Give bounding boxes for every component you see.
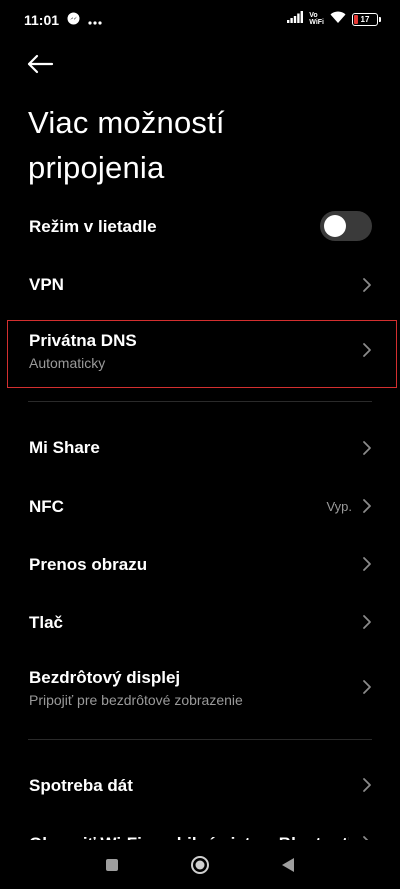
vpn-row[interactable]: VPN (0, 256, 400, 314)
recents-button[interactable] (101, 854, 123, 876)
private-dns-row[interactable]: Privátna DNS Automaticky (0, 320, 400, 388)
chevron-right-icon (363, 278, 371, 292)
more-notifications-icon (88, 12, 102, 28)
back-button[interactable] (26, 50, 58, 78)
divider (28, 401, 372, 402)
airplane-mode-label: Režim v lietadle (29, 217, 157, 236)
page-title: Viac možností pripojenia (28, 105, 225, 185)
vpn-label: VPN (29, 275, 64, 294)
toggle-knob (324, 215, 346, 237)
chevron-right-icon (363, 778, 371, 792)
screen: 11:01 Vo WiFi 17 Viac možností pripojeni… (0, 0, 400, 889)
print-row[interactable]: Tlač (0, 593, 400, 651)
divider (28, 739, 372, 740)
vowifi-label: Vo WiFi (309, 12, 324, 26)
wifi-icon (330, 10, 346, 28)
clock: 11:01 (24, 12, 60, 28)
data-usage-row[interactable]: Spotreba dát (0, 756, 400, 814)
battery-fill (354, 14, 358, 24)
mi-share-row[interactable]: Mi Share (0, 419, 400, 477)
nfc-status: Vyp. (326, 499, 352, 514)
print-label: Tlač (29, 613, 64, 632)
home-button[interactable] (189, 854, 211, 876)
status-bar: 11:01 Vo WiFi 17 (0, 0, 400, 40)
circle-icon (191, 856, 209, 874)
status-left: 11:01 (24, 12, 102, 28)
signal-icon (287, 10, 304, 28)
nfc-label: NFC (29, 497, 64, 516)
wireless-display-sub: Pripojiť pre bezdrôtové zobrazenie (29, 692, 243, 708)
battery-level: 17 (360, 14, 370, 24)
airplane-mode-toggle[interactable] (320, 211, 372, 241)
wireless-display-row[interactable]: Bezdrôtový displej Pripojiť pre bezdrôto… (0, 653, 400, 721)
wireless-display-label: Bezdrôtový displej (29, 668, 181, 687)
mi-share-label: Mi Share (29, 438, 100, 457)
chevron-right-icon (363, 499, 371, 513)
square-icon (106, 859, 118, 871)
nfc-row[interactable]: NFC Vyp. (0, 477, 400, 535)
triangle-back-icon (282, 858, 294, 872)
navigation-bar (0, 840, 400, 889)
battery-icon: 17 (352, 12, 381, 26)
airplane-mode-row[interactable]: Režim v lietadle (0, 198, 400, 256)
messenger-icon (67, 12, 80, 28)
chevron-right-icon (363, 343, 371, 357)
chevron-right-icon (363, 441, 371, 455)
private-dns-label: Privátna DNS (29, 331, 137, 350)
casting-row[interactable]: Prenos obrazu (0, 535, 400, 593)
chevron-right-icon (363, 615, 371, 629)
back-nav-button[interactable] (277, 854, 299, 876)
status-right: Vo WiFi 17 (287, 10, 381, 28)
data-usage-label: Spotreba dát (29, 776, 133, 795)
chevron-right-icon (363, 680, 371, 694)
arrow-left-icon (27, 54, 54, 74)
casting-label: Prenos obrazu (29, 555, 148, 574)
chevron-right-icon (363, 557, 371, 571)
private-dns-sub: Automaticky (29, 355, 106, 371)
